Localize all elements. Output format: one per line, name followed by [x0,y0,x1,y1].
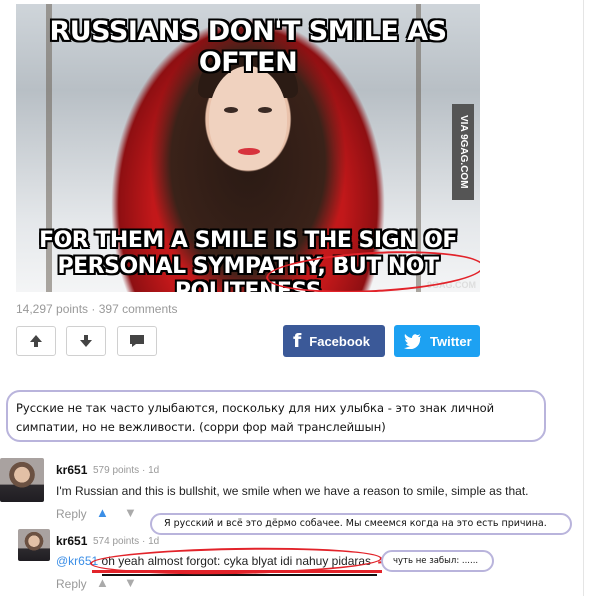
arrow-up-icon [30,335,42,347]
black-underline [102,574,377,576]
facebook-label: Facebook [309,333,370,349]
comment-time[interactable]: 1d [148,536,159,547]
facebook-icon: f [293,330,302,352]
comment-upvote-icon[interactable]: ▲ [96,505,109,520]
twitter-share-button[interactable]: Twitter [394,325,480,357]
meme-caption-top: RUSSIANS DON'T SMILE AS OFTEN [49,16,447,78]
comment-downvote-icon[interactable]: ▼ [124,505,137,520]
comment-username[interactable]: kr651 [56,534,87,548]
avatar[interactable] [0,458,44,502]
comment-points: 574 points [93,536,140,547]
reply-button[interactable]: Reply [56,507,87,521]
comment-text: I'm Russian and this is bullshit, we smi… [56,484,529,498]
via-9gag-badge: VIA 9GAG.COM [452,104,474,200]
twitter-bird-icon [404,333,421,349]
comment-points: 579 points [93,465,140,476]
eye-shape [224,107,238,113]
comment-meta: 574 points · 1d [93,536,159,547]
stats-separator: · [91,302,96,316]
comment-upvote-icon[interactable]: ▲ [96,575,109,590]
translation-annotation-comment1: Я русский и всё это дёрмо собачее. Мы см… [150,513,572,535]
avatar[interactable] [18,529,50,561]
comment-username[interactable]: kr651 [56,463,87,477]
post-stats: 14,297 points · 397 comments [16,302,177,316]
reply-button[interactable]: Reply [56,577,87,591]
arrow-down-icon [80,335,92,347]
eye-shape [258,107,272,113]
comment-icon [130,335,144,347]
meta-separator: · [141,536,146,547]
points-count: 14,297 points [16,302,89,316]
comments-count[interactable]: 397 comments [99,302,178,316]
facebook-share-button[interactable]: f Facebook [283,325,385,357]
downvote-button[interactable] [66,326,106,356]
post-image[interactable]: RUSSIANS DON'T SMILE AS OFTEN FOR THEM A… [16,4,480,292]
lips-shape [238,148,260,155]
comment-time[interactable]: 1d [148,465,159,476]
upvote-button[interactable] [16,326,56,356]
translation-annotation-comment2: чуть не забыл: ...... [381,550,494,572]
meta-separator: · [141,465,146,476]
comment-meta: 579 points · 1d [93,465,159,476]
comment-button[interactable] [117,326,157,356]
comment-downvote-icon[interactable]: ▼ [124,575,137,590]
twitter-label: Twitter [430,333,472,349]
sidebar-divider [583,0,584,596]
translation-annotation-main: Русские не так часто улыбаются, поскольк… [6,390,546,442]
meme-caption-bottom-1: FOR THEM A SMILE IS THE SIGN OF [39,228,457,253]
